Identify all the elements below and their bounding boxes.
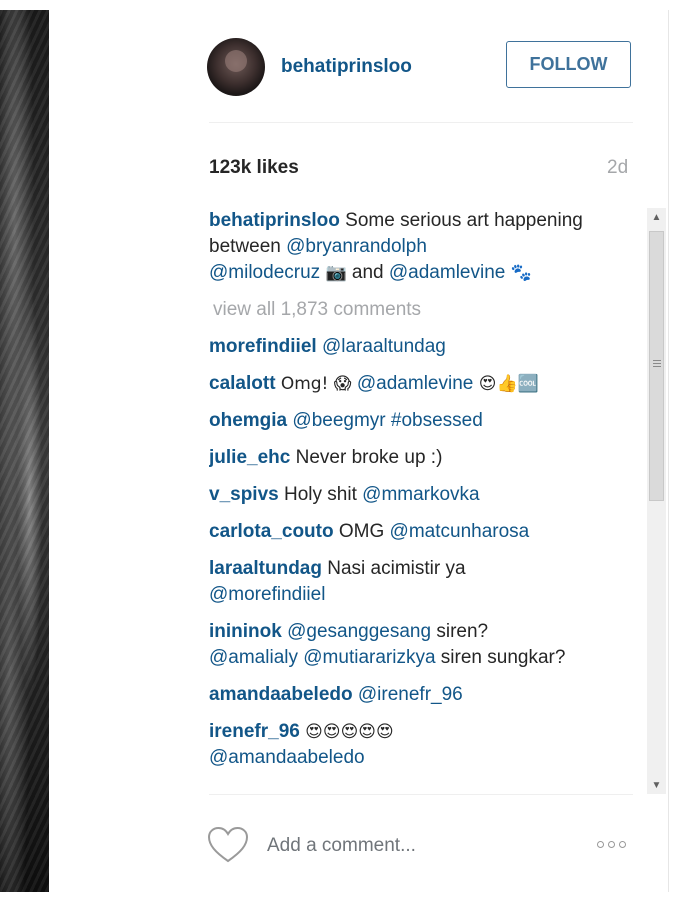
heart-outline-icon[interactable] — [207, 826, 249, 864]
view-all-comments-link[interactable]: view all 1,873 comments — [213, 297, 639, 323]
comment-emoji: 😍😍😍😍😍 — [305, 722, 394, 742]
comment-mention[interactable]: @mmarkovka — [362, 484, 479, 505]
comment-username[interactable]: calalott — [209, 373, 276, 394]
comment-text: Omg! 😱 — [280, 374, 357, 394]
camera-icon: 📷 — [325, 263, 347, 283]
comment-item: ohemgia @beegmyr #obsessed — [209, 408, 639, 434]
comment-username[interactable]: morefindiiel — [209, 336, 317, 357]
caption-username[interactable]: behatiprinsloo — [209, 210, 340, 231]
comment-username[interactable]: inininok — [209, 621, 282, 642]
comment-username[interactable]: carlota_couto — [209, 521, 334, 542]
comment-mention[interactable]: @gesanggesang — [287, 621, 431, 642]
comment-item: carlota_couto OMG @matcunharosa — [209, 519, 639, 545]
caption: behatiprinsloo Some serious art happenin… — [209, 208, 639, 286]
avatar[interactable] — [207, 38, 265, 96]
comment-item: irenefr_96 😍😍😍😍😍 @amandaabeledo — [209, 719, 639, 771]
comment-item: laraaltundag Nasi acimistir ya @morefind… — [209, 556, 639, 608]
post-panel: behatiprinsloo FOLLOW 123k likes 2d beha… — [49, 10, 669, 892]
header-divider — [209, 122, 633, 123]
dot-icon — [619, 840, 626, 848]
caption-text: and — [346, 262, 389, 283]
comment-list: behatiprinsloo Some serious art happenin… — [209, 208, 639, 794]
likes-count[interactable]: 123k likes — [209, 157, 299, 179]
caption-mention[interactable]: @milodecruz — [209, 262, 320, 283]
more-options-icon[interactable] — [597, 836, 637, 852]
comment-username[interactable]: laraaltundag — [209, 558, 322, 579]
footer-divider — [209, 794, 633, 795]
comment-mention[interactable]: @amalialy @mutiararizkya — [209, 647, 436, 668]
comment-text: Never broke up :) — [295, 447, 443, 468]
scroll-up-arrow-icon[interactable]: ▲ — [647, 208, 666, 226]
grip-icon — [653, 360, 661, 369]
comment-mention[interactable]: @matcunharosa — [390, 521, 530, 542]
comment-item: inininok @gesanggesang siren? @amalialy … — [209, 619, 639, 671]
comment-item: julie_ehc Never broke up :) — [209, 445, 639, 471]
comment-mention[interactable]: @laraaltundag — [322, 336, 446, 357]
comment-text: Nasi acimistir ya — [327, 558, 466, 579]
comment-item: morefindiiel @laraaltundag — [209, 334, 639, 360]
scrollbar-thumb[interactable] — [649, 231, 664, 501]
comment-username[interactable]: v_spivs — [209, 484, 279, 505]
follow-button[interactable]: FOLLOW — [506, 41, 631, 88]
post-header: behatiprinsloo FOLLOW — [49, 10, 668, 123]
caption-mention[interactable]: @adamlevine — [389, 262, 505, 283]
comment-text: siren sungkar? — [435, 647, 566, 668]
comment-username[interactable]: ohemgia — [209, 410, 287, 431]
comment-item: calalott Omg! 😱 @adamlevine 😍👍🆒 — [209, 371, 639, 397]
scroll-down-arrow-icon[interactable]: ▼ — [647, 776, 666, 794]
comment-mention[interactable]: @morefindiiel — [209, 584, 325, 605]
dot-icon — [597, 840, 604, 848]
comment-emoji: 😍👍🆒 — [473, 374, 539, 394]
comment-username[interactable]: irenefr_96 — [209, 721, 300, 742]
dot-icon — [608, 840, 615, 848]
post-photo — [0, 10, 49, 892]
comment-mention[interactable]: @amandaabeledo — [209, 747, 365, 768]
comment-mention[interactable]: @adamlevine — [357, 373, 473, 394]
comment-username[interactable]: amandaabeledo — [209, 684, 353, 705]
add-comment-input[interactable] — [267, 832, 567, 860]
comment-text: Holy shit — [284, 484, 363, 505]
caption-mention[interactable]: @bryanrandolph — [286, 236, 427, 257]
comment-item: v_spivs Holy shit @mmarkovka — [209, 482, 639, 508]
paw-prints-icon: 🐾 — [510, 263, 532, 283]
comment-text: siren? — [431, 621, 489, 642]
comment-mention[interactable]: @beegmyr #obsessed — [292, 410, 482, 431]
comments-scrollbar[interactable]: ▲ ▼ — [647, 208, 666, 794]
comment-item: amandaabeledo @irenefr_96 — [209, 682, 639, 708]
post-age[interactable]: 2d — [607, 157, 628, 179]
comment-mention[interactable]: @irenefr_96 — [358, 684, 463, 705]
comment-text: OMG — [338, 521, 390, 542]
comment-username[interactable]: julie_ehc — [209, 447, 290, 468]
author-username[interactable]: behatiprinsloo — [281, 56, 412, 78]
